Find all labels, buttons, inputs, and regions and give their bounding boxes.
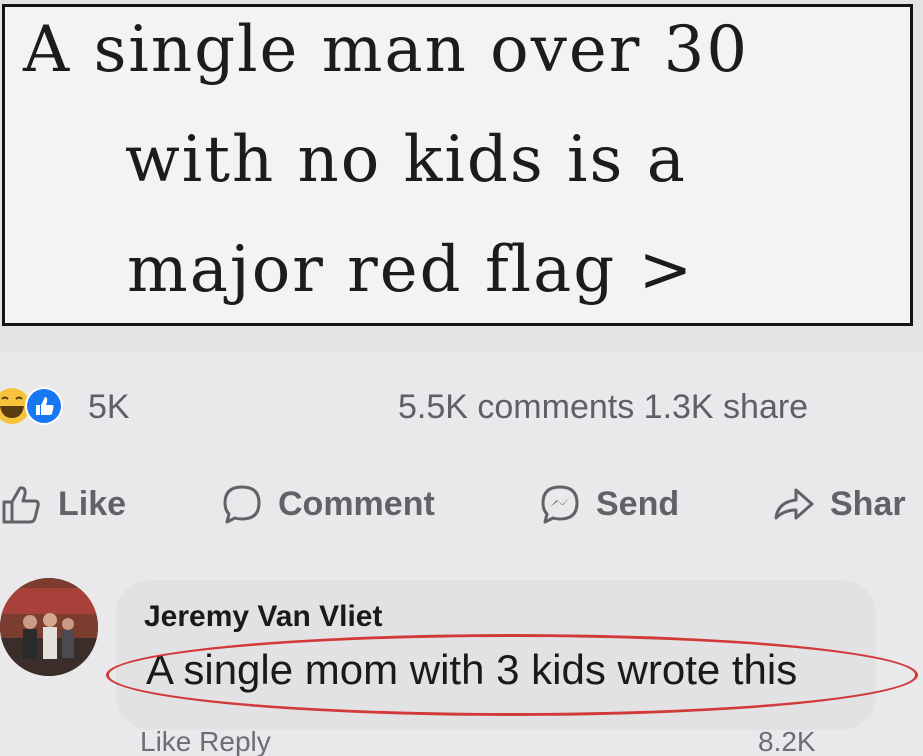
reaction-count[interactable]: 5K	[88, 388, 130, 427]
comment-label: Comment	[278, 484, 435, 523]
comment-footer: Like Reply 8.2K	[140, 726, 923, 756]
quote-line-1: A single man over 30	[23, 13, 750, 87]
like-button[interactable]: Like	[0, 474, 126, 534]
speech-bubble-icon	[220, 482, 264, 526]
quote-line-2: with no kids is a	[125, 123, 687, 197]
comment-author[interactable]: Jeremy Van Vliet	[144, 600, 382, 634]
send-button[interactable]: Send	[538, 474, 679, 534]
comment-button[interactable]: Comment	[220, 474, 435, 534]
reactions-bar: 5K 5.5K comments 1.3K share	[0, 380, 923, 430]
thumbs-up-icon	[0, 482, 44, 526]
send-label: Send	[596, 484, 680, 523]
post-image: A single man over 30 with no kids is a m…	[0, 0, 923, 352]
messenger-icon	[538, 482, 582, 526]
quote-box: A single man over 30 with no kids is a m…	[2, 4, 913, 326]
like-label: Like	[58, 484, 127, 523]
quote-line-3: major red flag >	[127, 233, 695, 307]
comment-like-reply[interactable]: Like Reply	[140, 726, 271, 756]
comments-shares-stats[interactable]: 5.5K comments 1.3K share	[398, 388, 808, 427]
post-actions: Like Comment Send Shar	[0, 474, 923, 534]
share-button[interactable]: Shar	[772, 474, 906, 534]
share-label: Shar	[830, 484, 906, 523]
comment-reaction-count[interactable]: 8.2K	[758, 726, 816, 756]
avatar[interactable]	[0, 578, 98, 676]
share-arrow-icon	[772, 482, 816, 526]
like-reaction-icon	[25, 387, 63, 425]
reaction-icons[interactable]	[0, 386, 80, 426]
red-highlight-circle	[106, 634, 918, 716]
